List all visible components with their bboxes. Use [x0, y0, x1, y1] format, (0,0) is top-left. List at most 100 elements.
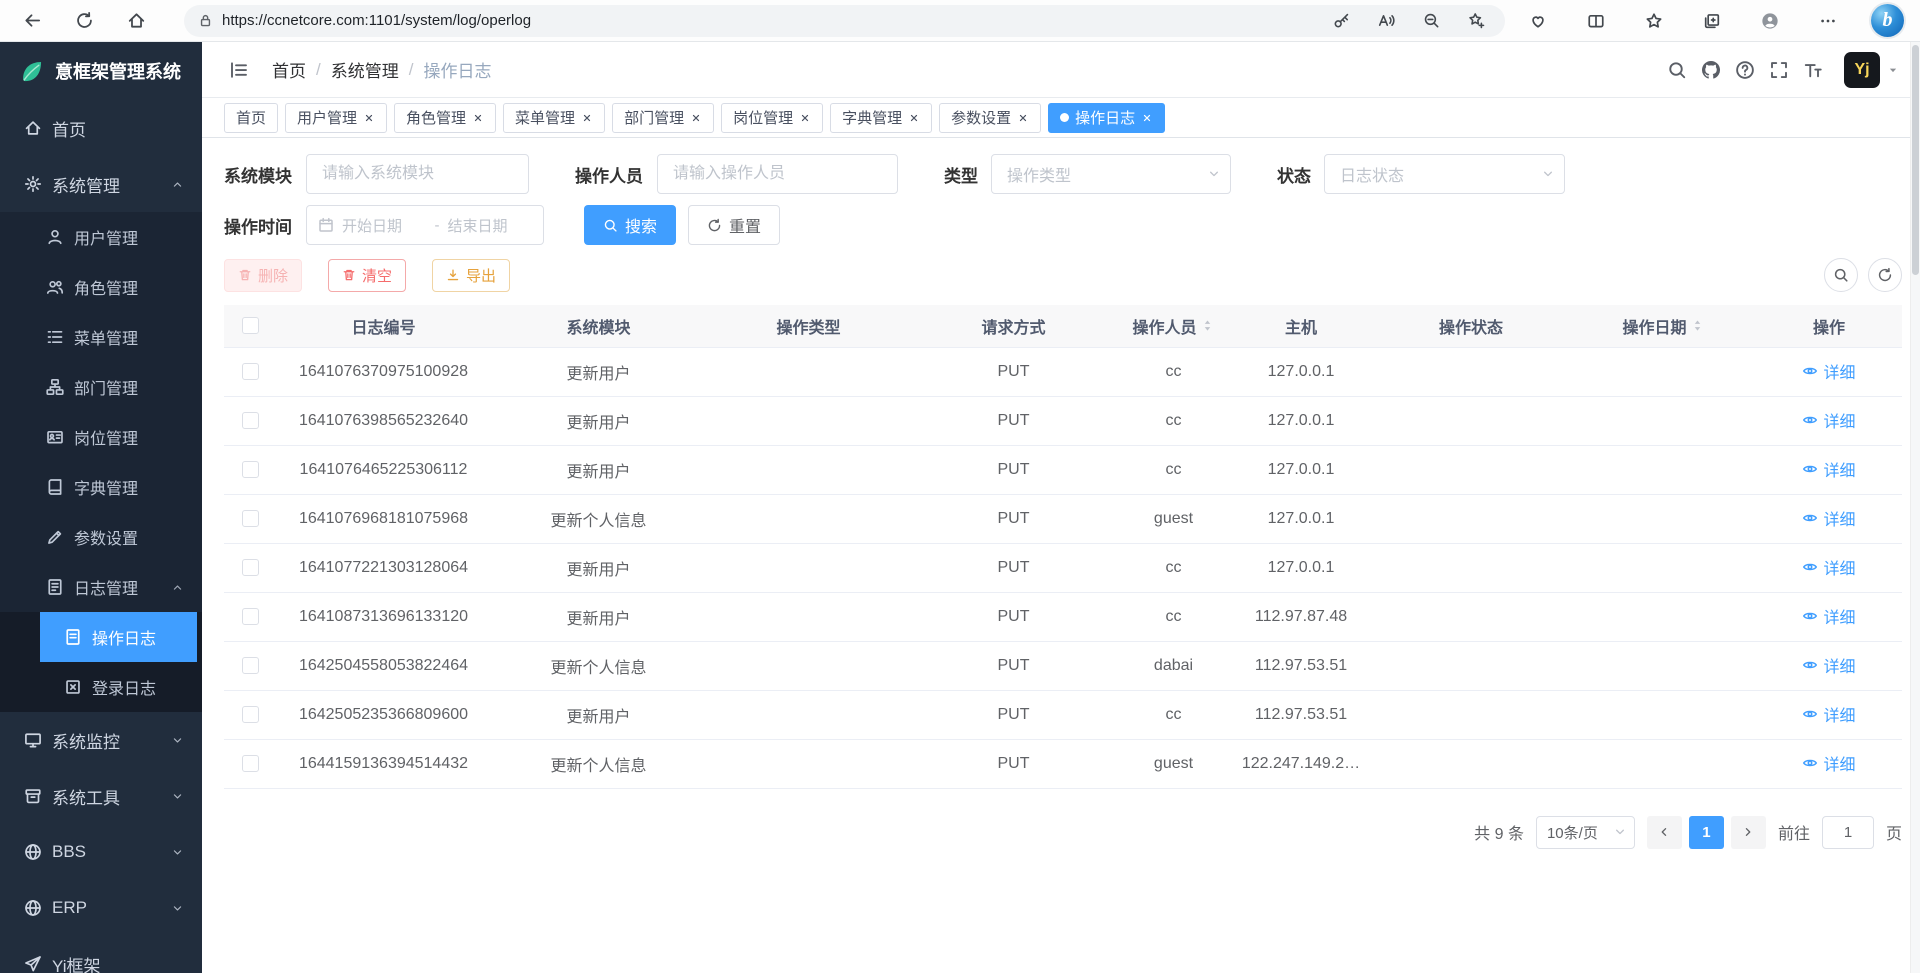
browser-home-button[interactable] — [118, 4, 154, 38]
help-button[interactable] — [1730, 53, 1760, 87]
sidebar-item-post-mgmt[interactable]: 岗位管理 — [0, 412, 202, 462]
browser-profile-button[interactable] — [1755, 4, 1785, 38]
add-favorite-button[interactable] — [1461, 7, 1491, 35]
bing-discover-button[interactable]: b — [1871, 4, 1904, 37]
detail-link[interactable]: 详细 — [1802, 506, 1855, 530]
detail-link[interactable]: 详细 — [1802, 457, 1855, 481]
sidebar-item-dept-mgmt[interactable]: 部门管理 — [0, 362, 202, 412]
cell-type — [706, 347, 911, 396]
tab-home[interactable]: 首页 — [224, 103, 278, 133]
tab-operation-log[interactable]: 操作日志 — [1048, 103, 1165, 133]
tab-role-mgmt[interactable]: 角色管理 — [394, 103, 496, 133]
browser-menu-button[interactable] — [1813, 4, 1843, 38]
module-filter-input[interactable] — [306, 154, 529, 194]
page-number-button[interactable]: 1 — [1689, 816, 1724, 849]
sidebar-item-login-log[interactable]: 登录日志 — [0, 662, 202, 712]
detail-link[interactable]: 详细 — [1802, 702, 1855, 726]
next-page-button[interactable] — [1731, 816, 1766, 849]
tab-user-mgmt[interactable]: 用户管理 — [285, 103, 387, 133]
breadcrumb-home[interactable]: 首页 — [272, 57, 306, 82]
sidebar-item-system-mgmt[interactable]: 系统管理 — [0, 156, 202, 212]
github-button[interactable] — [1696, 53, 1726, 87]
sidebar-item-home[interactable]: 首页 — [0, 100, 202, 156]
tab-dept-mgmt[interactable]: 部门管理 — [612, 103, 714, 133]
sidebar-item-operation-log[interactable]: 操作日志 — [0, 612, 202, 662]
detail-link[interactable]: 详细 — [1802, 408, 1855, 432]
sidebar-item-system-tools[interactable]: 系统工具 — [0, 768, 202, 824]
column-header-operator[interactable]: 操作人员 — [1116, 305, 1231, 347]
sidebar-item-user-mgmt[interactable]: 用户管理 — [0, 212, 202, 262]
tab-close-button[interactable] — [1141, 112, 1153, 124]
header-search-button[interactable] — [1662, 53, 1692, 87]
delete-button[interactable]: 删除 — [224, 259, 302, 292]
detail-link[interactable]: 详细 — [1802, 604, 1855, 628]
goto-page-input[interactable] — [1822, 816, 1874, 849]
tab-post-mgmt[interactable]: 岗位管理 — [721, 103, 823, 133]
zoom-out-button[interactable] — [1416, 7, 1446, 35]
detail-link[interactable]: 详细 — [1802, 359, 1855, 383]
scrollbar-thumb[interactable] — [1912, 45, 1919, 275]
cell-operator: cc — [1116, 543, 1231, 592]
user-menu[interactable]: Yj — [1844, 52, 1900, 88]
table-refresh-button[interactable] — [1868, 258, 1902, 292]
sidebar-item-role-mgmt[interactable]: 角色管理 — [0, 262, 202, 312]
browser-essentials-button[interactable] — [1523, 4, 1553, 38]
tab-close-button[interactable] — [690, 112, 702, 124]
operator-filter-input[interactable] — [657, 154, 898, 194]
browser-back-button[interactable] — [14, 4, 50, 38]
row-checkbox[interactable] — [242, 657, 259, 674]
reset-button[interactable]: 重置 — [688, 205, 780, 245]
status-filter-select[interactable]: 日志状态 — [1324, 154, 1565, 194]
sidebar-item-menu-mgmt[interactable]: 菜单管理 — [0, 312, 202, 362]
favorites-button[interactable] — [1639, 4, 1669, 38]
toggle-search-button[interactable] — [1824, 258, 1858, 292]
row-checkbox[interactable] — [242, 510, 259, 527]
export-button[interactable]: 导出 — [432, 259, 510, 292]
sidebar-item-system-monitor[interactable]: 系统监控 — [0, 712, 202, 768]
browser-refresh-button[interactable] — [66, 4, 102, 38]
read-aloud-button[interactable] — [1371, 7, 1401, 35]
select-all-checkbox[interactable] — [242, 317, 259, 334]
tab-dict-mgmt[interactable]: 字典管理 — [830, 103, 932, 133]
row-checkbox[interactable] — [242, 755, 259, 772]
sidebar-item-yi-framework[interactable]: Yi框架 — [0, 936, 202, 973]
date-range-picker[interactable]: 开始日期 - 结束日期 — [306, 205, 544, 245]
tab-close-button[interactable] — [1017, 112, 1029, 124]
row-checkbox[interactable] — [242, 706, 259, 723]
row-checkbox[interactable] — [242, 412, 259, 429]
sidebar-item-erp[interactable]: ERP — [0, 880, 202, 936]
tab-param-settings[interactable]: 参数设置 — [939, 103, 1041, 133]
detail-link[interactable]: 详细 — [1802, 555, 1855, 579]
tab-close-button[interactable] — [908, 112, 920, 124]
password-key-button[interactable] — [1326, 7, 1356, 35]
row-checkbox[interactable] — [242, 608, 259, 625]
address-bar[interactable]: https://ccnetcore.com:1101/system/log/op… — [184, 5, 1505, 37]
sidebar-item-dict-mgmt[interactable]: 字典管理 — [0, 462, 202, 512]
column-header-date[interactable]: 操作日期 — [1571, 305, 1756, 347]
tab-close-button[interactable] — [581, 112, 593, 124]
sidebar-item-log-mgmt[interactable]: 日志管理 — [0, 562, 202, 612]
detail-link[interactable]: 详细 — [1802, 653, 1855, 677]
tab-close-button[interactable] — [472, 112, 484, 124]
sidebar-item-bbs[interactable]: BBS — [0, 824, 202, 880]
type-filter-select[interactable]: 操作类型 — [991, 154, 1231, 194]
tab-close-button[interactable] — [363, 112, 375, 124]
collections-button[interactable] — [1697, 4, 1727, 38]
search-button[interactable]: 搜索 — [584, 205, 676, 245]
browser-scrollbar[interactable] — [1910, 42, 1920, 973]
total-count: 共 9 条 — [1474, 820, 1524, 844]
sidebar-toggle-button[interactable] — [224, 53, 254, 87]
tab-menu-mgmt[interactable]: 菜单管理 — [503, 103, 605, 133]
page-size-select[interactable]: 10条/页 — [1536, 816, 1635, 849]
tab-close-button[interactable] — [799, 112, 811, 124]
clear-button[interactable]: 清空 — [328, 259, 406, 292]
font-size-button[interactable] — [1798, 53, 1828, 87]
split-screen-button[interactable] — [1581, 4, 1611, 38]
fullscreen-button[interactable] — [1764, 53, 1794, 87]
sidebar-item-param-settings[interactable]: 参数设置 — [0, 512, 202, 562]
row-checkbox[interactable] — [242, 363, 259, 380]
prev-page-button[interactable] — [1647, 816, 1682, 849]
row-checkbox[interactable] — [242, 559, 259, 576]
detail-link[interactable]: 详细 — [1802, 751, 1855, 775]
row-checkbox[interactable] — [242, 461, 259, 478]
